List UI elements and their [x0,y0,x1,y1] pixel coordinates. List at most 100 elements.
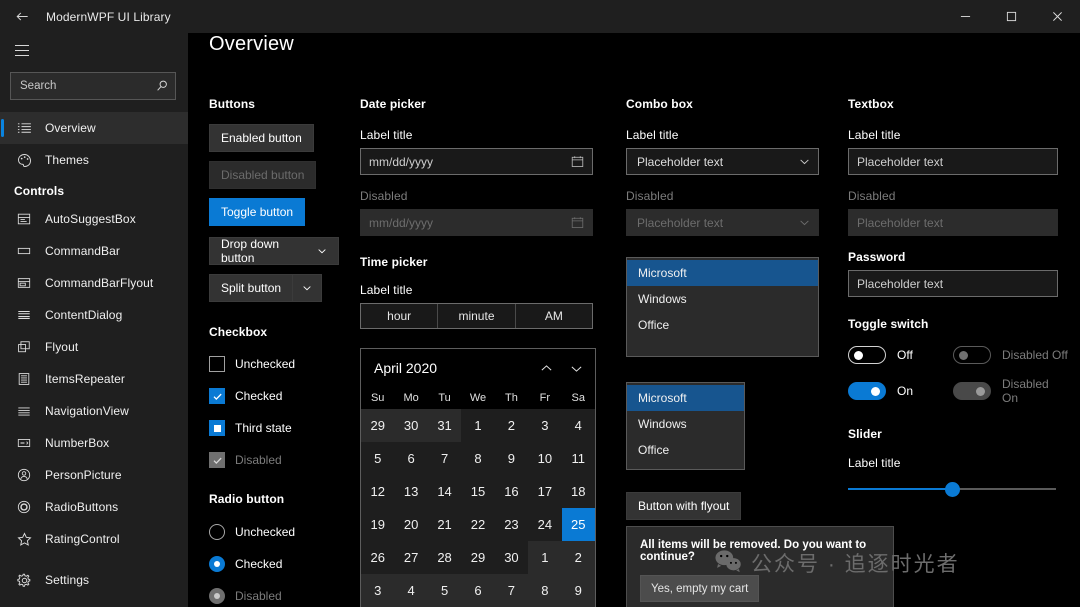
checkbox-box[interactable] [209,356,225,372]
calendar-day-cell[interactable]: 31 [427,409,462,442]
radio-circle[interactable] [209,524,225,540]
calendar-day-cell[interactable]: 4 [562,409,595,442]
calendar-month-label[interactable]: April 2020 [374,360,531,376]
sidebar-item-navigationview[interactable]: NavigationView [0,395,188,427]
checkbox-checked[interactable]: Checked [209,386,339,406]
calendar-day-cell[interactable]: 6 [461,574,495,607]
calendar-day-cell[interactable]: 23 [495,508,528,541]
button-with-flyout[interactable]: Button with flyout [626,492,742,520]
toggle-switch[interactable] [848,382,886,400]
sidebar-item-personpicture[interactable]: PersonPicture [0,459,188,491]
chevron-up-icon[interactable] [531,353,561,383]
checkbox-unchecked[interactable]: Unchecked [209,354,339,374]
sidebar-item-settings[interactable]: Settings [0,564,188,596]
calendar-day-cell[interactable]: 6 [394,442,427,475]
list-box-large[interactable]: Microsoft Windows Office [626,257,819,357]
calendar-day-cell[interactable]: 1 [461,409,494,442]
calendar-day-cell[interactable]: 2 [495,409,528,442]
checkbox-box[interactable] [209,388,225,404]
search-icon[interactable] [155,79,169,93]
back-button[interactable] [0,0,44,33]
calendar-day-cell[interactable]: 20 [394,508,427,541]
sidebar-item-commandbar[interactable]: CommandBar [0,235,188,267]
calendar-day-cell[interactable]: 10 [528,442,561,475]
calendar-day-cell[interactable]: 15 [461,475,494,508]
calendar-icon[interactable] [571,155,584,168]
calendar-day-cell[interactable]: 11 [562,442,595,475]
calendar-day-cell[interactable]: 30 [394,409,428,442]
time-picker[interactable]: hour minute AM [360,303,593,329]
toggle-off[interactable]: Off [848,346,953,364]
radio-unchecked[interactable]: Unchecked [209,522,339,542]
sidebar-item-ratingcontrol[interactable]: RatingControl [0,523,188,555]
calendar-day-cell[interactable]: 29 [361,409,395,442]
calendar-day-cell[interactable]: 7 [494,574,529,607]
calendar-day-cell[interactable]: 9 [561,574,595,607]
calendar-day-cell[interactable]: 19 [361,508,394,541]
calendar-day-cell[interactable]: 8 [461,442,494,475]
sidebar-item-radiobuttons[interactable]: RadioButtons [0,491,188,523]
sidebar-item-contentdialog[interactable]: ContentDialog [0,299,188,331]
list-item[interactable]: Office [627,437,744,463]
flyout-confirm-button[interactable]: Yes, empty my cart [640,575,760,602]
sidebar-item-overview[interactable]: Overview [0,112,188,144]
sidebar-item-itemsrepeater[interactable]: ItemsRepeater [0,363,188,395]
radio-circle[interactable] [209,556,225,572]
textbox-input[interactable]: Placeholder text [848,148,1058,175]
toggle-on[interactable]: On [848,377,953,405]
slider-thumb[interactable] [944,482,960,497]
calendar-day-cell[interactable]: 8 [528,574,562,607]
split-button-chevron-down-icon[interactable] [292,274,323,302]
calendar-day-cell[interactable]: 28 [428,541,461,574]
list-item[interactable]: Microsoft [627,385,744,411]
toggle-switch[interactable] [848,346,886,364]
list-item[interactable]: Microsoft [627,260,818,286]
search-input[interactable]: Search [10,72,176,100]
chevron-down-icon[interactable] [561,353,591,383]
calendar-day-cell[interactable]: 5 [427,574,462,607]
calendar-day-cell[interactable]: 18 [562,475,595,508]
hamburger-icon[interactable] [0,33,44,67]
list-item[interactable]: Windows [627,411,744,437]
list-box-small[interactable]: Microsoft Windows Office [626,382,745,470]
calendar-day-cell[interactable]: 7 [428,442,461,475]
calendar-day-cell[interactable]: 1 [528,541,562,574]
calendar-day-cell[interactable]: 12 [361,475,394,508]
calendar-day-cell[interactable]: 5 [361,442,394,475]
checkbox-box[interactable] [209,420,225,436]
calendar-day-cell[interactable]: 13 [394,475,427,508]
calendar-day-cell[interactable]: 2 [561,541,595,574]
calendar-day-cell[interactable]: 22 [461,508,494,541]
calendar-day-cell[interactable]: 24 [528,508,561,541]
time-picker-minute[interactable]: minute [437,304,514,328]
split-button-label[interactable]: Split button [209,274,293,302]
sidebar-item-commandbarflyout[interactable]: CommandBarFlyout [0,267,188,299]
calendar-day-cell[interactable]: 27 [394,541,427,574]
calendar-day-cell[interactable]: 29 [461,541,494,574]
minimize-button[interactable] [942,0,988,33]
time-picker-hour[interactable]: hour [361,304,437,328]
calendar-day-cell[interactable]: 4 [394,574,428,607]
calendar-day-cell[interactable]: 14 [428,475,461,508]
password-input[interactable]: Placeholder text [848,270,1058,297]
calendar-day-cell[interactable]: 16 [495,475,528,508]
close-button[interactable] [1034,0,1080,33]
combo-box[interactable]: Placeholder text [626,148,819,175]
sidebar-item-numberbox[interactable]: NumberBox [0,427,188,459]
radio-checked[interactable]: Checked [209,554,339,574]
sidebar-item-themes[interactable]: Themes [0,144,188,176]
calendar-view[interactable]: April 2020 Su Mo Tu We Th Fr Sa 29 30 31 1 2 3 4 5 6 7 8… [360,348,596,607]
toggle-button[interactable]: Toggle button [209,198,306,226]
calendar-day-cell[interactable]: 17 [528,475,561,508]
calendar-day-cell[interactable]: 3 [528,409,561,442]
enabled-button[interactable]: Enabled button [209,124,314,152]
calendar-day-cell[interactable]: 30 [495,541,528,574]
date-picker-input[interactable]: mm/dd/yyyy [360,148,593,175]
sidebar-item-autosuggestbox[interactable]: AutoSuggestBox [0,203,188,235]
calendar-day-cell[interactable]: 25 [561,508,595,541]
split-button[interactable]: Split button [209,274,323,302]
maximize-button[interactable] [988,0,1034,33]
calendar-day-cell[interactable]: 21 [428,508,461,541]
calendar-day-cell[interactable]: 9 [495,442,528,475]
time-picker-meridiem[interactable]: AM [514,304,592,328]
